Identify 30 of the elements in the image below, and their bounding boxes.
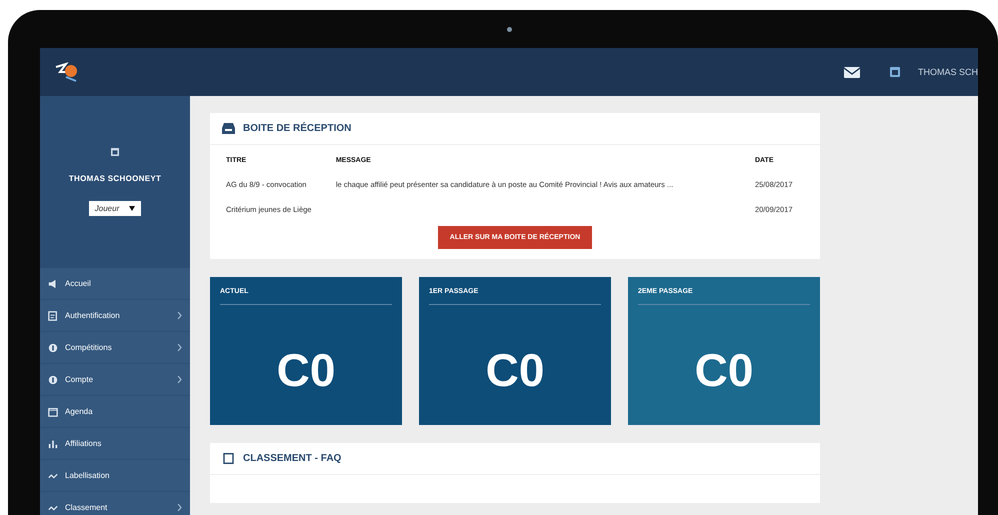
profile-name: THOMAS SCHOONEYT [68, 174, 162, 183]
menu-item-icon [48, 406, 58, 416]
tile-value: C0 [484, 343, 546, 398]
sidebar-item[interactable]: Labellisation [40, 460, 190, 492]
document-icon [222, 453, 235, 464]
camera-dot [506, 26, 512, 32]
tile-value: C0 [276, 343, 336, 398]
menu-item-icon [48, 310, 58, 320]
menu-item-icon [48, 374, 58, 384]
caret-icon [129, 206, 136, 211]
logo-icon[interactable] [54, 61, 80, 83]
tile-value: C0 [694, 343, 754, 398]
sidebar-item[interactable]: Authentification [40, 300, 190, 332]
sidebar-item[interactable]: Compétitions [40, 332, 190, 364]
sidebar-item[interactable]: Accueil [40, 268, 190, 300]
user-name[interactable]: THOMAS SCH [918, 67, 978, 77]
menu-item-icon [48, 278, 58, 288]
sidebar-item[interactable]: Affiliations [40, 428, 190, 460]
calendar-icon[interactable] [890, 67, 900, 77]
menu-item-icon [48, 438, 58, 448]
calendar-icon [111, 148, 119, 156]
inbox-icon [222, 123, 235, 134]
sidebar-item[interactable]: Classement [40, 492, 190, 515]
sidebar-item[interactable]: Compte [40, 364, 190, 396]
mail-icon[interactable] [844, 66, 860, 78]
card-title: CLASSEMENT - FAQ [243, 453, 342, 464]
menu-item-icon [48, 342, 58, 352]
sidebar-item[interactable]: Agenda [40, 396, 190, 428]
role-dropdown[interactable]: Joueur [88, 201, 142, 216]
card-title: BOITE DE RÉCEPTION [243, 123, 352, 134]
